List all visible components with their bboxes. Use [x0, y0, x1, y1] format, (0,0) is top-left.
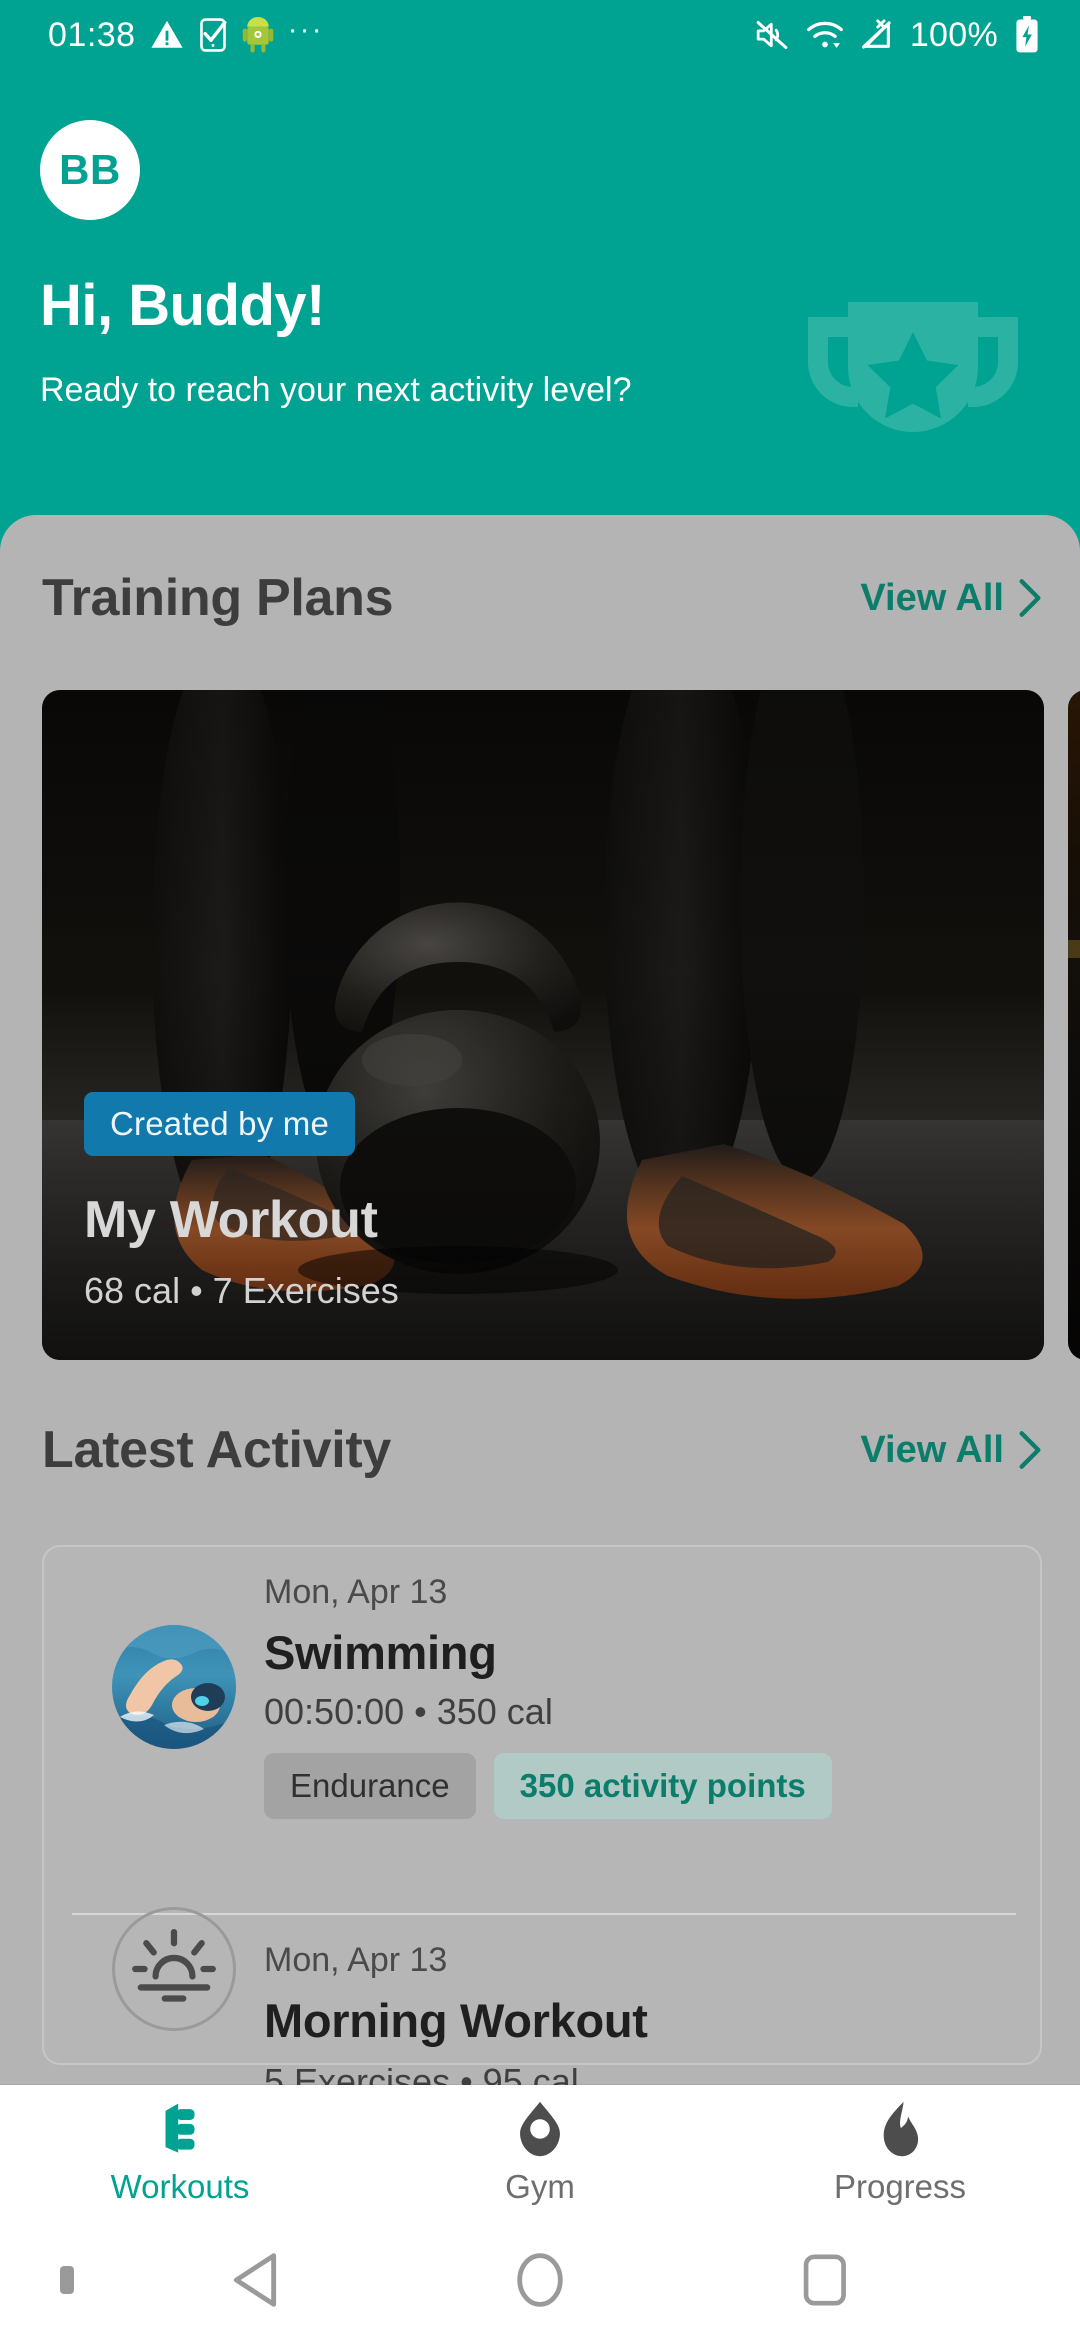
mute-icon — [756, 21, 788, 49]
latest-activity-header: Latest Activity View All — [0, 1415, 1080, 1485]
training-plans-title: Training Plans — [42, 569, 394, 627]
greeting-subtitle: Ready to reach your next activity level? — [40, 371, 632, 409]
location-pin-icon — [520, 2101, 560, 2156]
training-plans-header: Training Plans View All — [0, 563, 1080, 633]
activity-meta: 00:50:00 • 350 cal — [264, 1691, 553, 1732]
back-triangle-icon[interactable] — [228, 2252, 282, 2308]
swimming-photo — [112, 1625, 236, 1749]
battery-charging-icon — [1016, 16, 1038, 53]
latest-activity-view-all[interactable]: View All — [860, 1429, 1080, 1472]
app-header: 01:38 ··· 100% BB Hi, Buddy! Ready to re… — [0, 0, 1080, 560]
wifi-icon — [806, 21, 843, 48]
nav-label: Gym — [505, 2167, 575, 2205]
avatar-initials: BB — [59, 146, 121, 193]
chevron-right-icon — [1019, 579, 1041, 617]
greeting-title: Hi, Buddy! — [40, 273, 325, 338]
training-plans-carousel[interactable]: Created by me My Workout 68 cal • 7 Exer… — [0, 690, 1080, 1360]
sysnav-indicator-dot — [60, 2266, 74, 2294]
card-title: My Workout — [84, 1191, 378, 1249]
list-item[interactable]: Mon, Apr 13 Swimming 00:50:00 • 350 cal … — [44, 1551, 1044, 1911]
view-all-label: View All — [860, 576, 1004, 619]
nav-item-progress[interactable]: Progress — [720, 2085, 1080, 2220]
card-meta: 68 cal • 7 Exercises — [84, 1270, 399, 1311]
activity-date: Mon, Apr 13 — [264, 1573, 448, 1611]
card-badge: Created by me — [84, 1092, 356, 1156]
nav-label: Progress — [833, 2167, 967, 2205]
avatar[interactable]: BB — [40, 120, 140, 220]
card-scrim — [1068, 690, 1080, 1360]
latest-activity-title: Latest Activity — [42, 1421, 392, 1479]
status-bar: 01:38 ··· 100% — [0, 0, 1080, 70]
system-navigation-bar — [0, 2220, 1080, 2340]
training-plan-card-next[interactable] — [1068, 690, 1080, 1360]
view-all-label: View All — [860, 1428, 1004, 1471]
activity-points-chip[interactable]: 350 activity points — [493, 1753, 832, 1819]
activity-thumbnail — [112, 1625, 236, 1749]
activity-meta: 5 Exercises • 95 cal — [264, 2061, 579, 2085]
battery-percent-label: 100% — [909, 15, 998, 54]
flame-icon — [883, 2101, 919, 2156]
training-plans-view-all[interactable]: View All — [860, 577, 1080, 620]
activity-list: Mon, Apr 13 Swimming 00:50:00 • 350 cal … — [42, 1545, 1044, 2085]
activity-date: Mon, Apr 13 — [264, 1941, 448, 1979]
activity-thumbnail — [112, 1907, 236, 2031]
status-bar-right: 100% — [754, 16, 1080, 55]
activity-name: Swimming — [264, 1626, 497, 1679]
bottom-navigation: Workouts Gym Progress — [0, 2085, 1080, 2220]
recents-square-icon[interactable] — [800, 2252, 850, 2308]
nav-item-gym[interactable]: Gym — [360, 2085, 720, 2220]
activity-name: Morning Workout — [264, 1994, 648, 2047]
training-plan-card[interactable]: Created by me My Workout 68 cal • 7 Exer… — [42, 690, 1044, 1360]
card-scrim — [42, 690, 1044, 1360]
list-item[interactable]: Mon, Apr 13 Morning Workout 5 Exercises … — [44, 1907, 1044, 2085]
nav-label: Workouts — [110, 2167, 250, 2205]
chevron-right-icon — [1019, 1431, 1041, 1469]
status-bar-left: 01:38 ··· — [0, 13, 324, 55]
activity-tag-chip[interactable]: Endurance — [264, 1753, 476, 1819]
sunrise-icon — [132, 1928, 216, 2002]
list-divider — [72, 1913, 1016, 1915]
status-clock: 01:38 — [48, 15, 136, 54]
content-sheet: Training Plans View All Created by me My… — [0, 515, 1080, 2085]
activity-chips: Endurance 350 activity points — [264, 1753, 832, 1819]
task-check-icon — [199, 18, 227, 52]
android-robot-icon — [242, 17, 273, 53]
warning-icon — [151, 20, 183, 48]
nav-item-workouts[interactable]: Workouts — [0, 2085, 360, 2220]
trophy-star-icon — [808, 302, 1018, 432]
dumbbell-icon — [165, 2103, 195, 2153]
overflow-dots-icon: ··· — [287, 13, 324, 46]
signal-off-icon — [861, 19, 891, 49]
home-circle-icon[interactable] — [516, 2252, 564, 2308]
